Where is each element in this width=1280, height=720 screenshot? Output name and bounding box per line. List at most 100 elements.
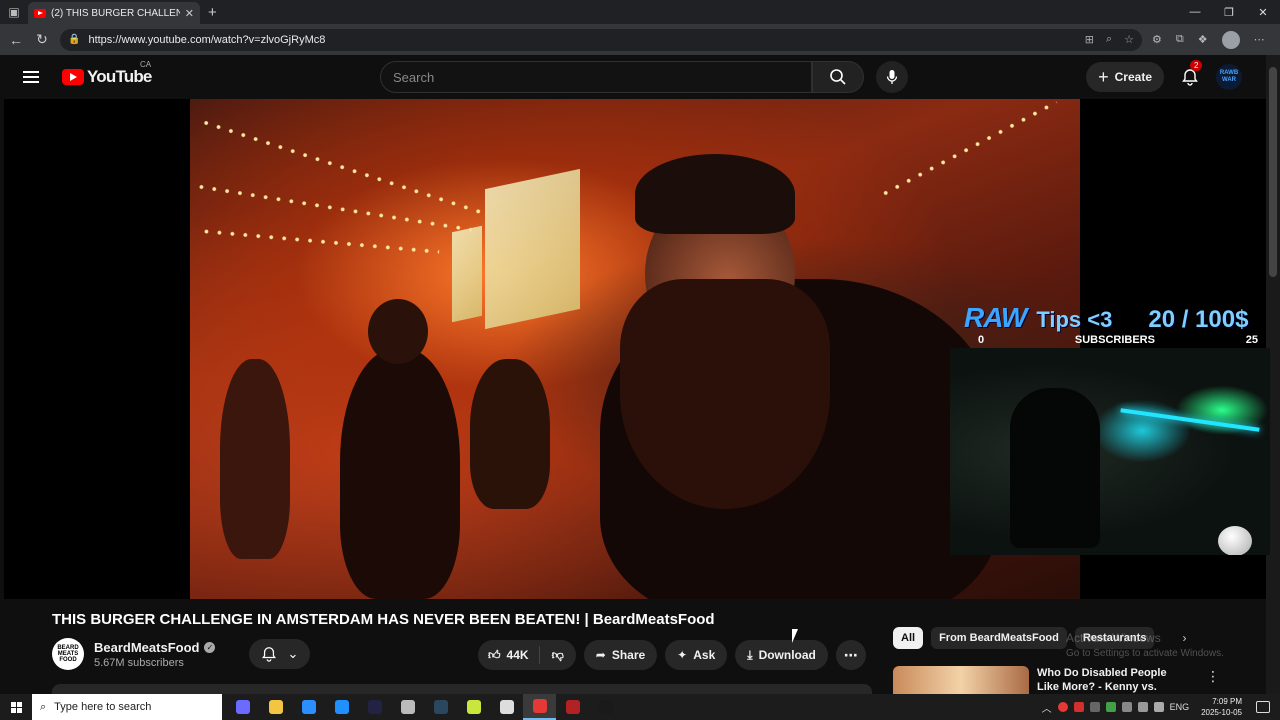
extensions-puzzle-icon[interactable]: ⧉	[1176, 33, 1184, 46]
share-button[interactable]: ➦ Share	[583, 640, 658, 670]
tray-chevron-icon[interactable]: ︿	[1042, 700, 1052, 715]
app-install-icon[interactable]: ⊞	[1085, 33, 1094, 46]
taskbar-app-icon[interactable]	[259, 694, 292, 720]
taskbar-clock[interactable]: 7:09 PM 2025-10-05	[1201, 696, 1242, 718]
dislike-button[interactable]: 👎︎	[540, 648, 576, 663]
refresh-icon[interactable]: ↻	[34, 31, 50, 48]
like-button[interactable]: 👍︎ 44K	[478, 646, 540, 664]
video-player[interactable]: RAW Tips <3 20 / 100$ 0 SUBSCRIBERS 25	[4, 99, 1270, 599]
browser-tab-active[interactable]: (2) THIS BURGER CHALLENGE ✕	[28, 2, 200, 24]
extension-icon[interactable]: ⚙	[1152, 33, 1162, 46]
taskbar-search-placeholder: Type here to search	[54, 701, 152, 713]
close-window-button[interactable]: ✕	[1246, 6, 1280, 19]
recommended-menu-icon[interactable]: ⋮	[1206, 668, 1220, 685]
bell-icon	[262, 647, 277, 662]
tray-record-icon[interactable]	[1057, 702, 1068, 712]
favorite-star-icon[interactable]: ☆	[1124, 33, 1134, 46]
tray-app-icon[interactable]	[1121, 702, 1132, 712]
tray-app-icon[interactable]	[1073, 702, 1084, 712]
app-icon	[499, 700, 514, 714]
tab-close-icon[interactable]: ✕	[185, 7, 194, 20]
notification-center-icon[interactable]	[1256, 701, 1270, 713]
sparkle-icon: ✦	[677, 648, 688, 662]
tab-actions-icon[interactable]: ▣	[0, 0, 28, 24]
maximize-button[interactable]: ❐	[1212, 6, 1246, 19]
description-box[interactable]	[52, 684, 872, 694]
account-avatar[interactable]: RAWB WAR	[1216, 64, 1242, 90]
webcam-feed	[950, 348, 1270, 555]
channel-avatar[interactable]: BEARD MEATS FOOD	[52, 638, 84, 670]
channel-name-row: BeardMeatsFood ✓	[94, 640, 216, 655]
raw-logo: RAW	[964, 302, 1027, 333]
taskbar-app-icon[interactable]	[457, 694, 490, 720]
profile-avatar-icon[interactable]	[1221, 30, 1240, 49]
search-icon	[830, 69, 846, 85]
channel-name[interactable]: BeardMeatsFood	[94, 640, 199, 655]
search-bar: Search	[380, 61, 864, 93]
zoom-icon[interactable]: ⌕	[1106, 33, 1112, 46]
chevron-right-icon[interactable]: ›	[1182, 631, 1186, 645]
tv-screen	[485, 168, 580, 330]
subscribed-button[interactable]: ⌄	[249, 639, 311, 669]
chip-all[interactable]: All	[893, 627, 924, 649]
more-actions-button[interactable]: ⋯	[835, 640, 866, 670]
taskbar-search[interactable]: ⌕ Type here to search	[32, 694, 222, 720]
url-bar[interactable]: 🔒 https://www.youtube.com/watch?v=zlvoGj…	[60, 28, 1142, 51]
ball-object	[1218, 526, 1252, 555]
minimize-button[interactable]: —	[1178, 6, 1212, 19]
new-tab-button[interactable]: +	[208, 4, 217, 21]
create-button[interactable]: + Create	[1086, 62, 1164, 92]
network-icon[interactable]	[1137, 702, 1148, 712]
taskbar-app-icon[interactable]	[523, 694, 556, 720]
recommended-video[interactable]: Who Do Disabled People Like More? - Kenn…	[893, 666, 1213, 694]
taskbar-app-icon[interactable]	[226, 694, 259, 720]
background-person	[220, 359, 290, 559]
chip-from-channel[interactable]: From BeardMeatsFood	[931, 627, 1067, 649]
taskbar-app-icon[interactable]	[358, 694, 391, 720]
notifications-button[interactable]: 2	[1178, 60, 1203, 89]
download-button[interactable]: ⤓ Download	[735, 640, 828, 670]
taskbar-app-icon[interactable]	[490, 694, 523, 720]
youtube-logo[interactable]: YouTube CA	[62, 60, 380, 87]
background-person	[470, 359, 550, 509]
stream-overlay: RAW Tips <3 20 / 100$ 0 SUBSCRIBERS 25	[950, 300, 1270, 555]
ask-button[interactable]: ✦ Ask	[665, 640, 728, 670]
browser-menu-icon[interactable]: ⋯	[1254, 33, 1265, 46]
string-lights	[879, 100, 1058, 198]
taskbar-app-icon[interactable]	[556, 694, 589, 720]
taskbar-app-icon[interactable]	[325, 694, 358, 720]
address-toolbar: ← ↻ 🔒 https://www.youtube.com/watch?v=zl…	[0, 24, 1280, 55]
app-icon	[367, 700, 382, 714]
collections-icon[interactable]: ❖	[1198, 33, 1208, 46]
url-text[interactable]: https://www.youtube.com/watch?v=zlvoGjRy…	[88, 34, 325, 46]
scrollbar-thumb[interactable]	[1269, 67, 1277, 277]
taskbar-app-icon[interactable]	[292, 694, 325, 720]
hamburger-menu-icon[interactable]	[0, 76, 62, 78]
microphone-icon	[886, 70, 898, 84]
tray-app-icon[interactable]	[1105, 702, 1116, 712]
taskbar-app-icon[interactable]	[424, 694, 457, 720]
search-button[interactable]	[812, 61, 864, 93]
volume-icon[interactable]	[1153, 702, 1164, 712]
video-frame[interactable]	[190, 99, 1080, 599]
browser-tab-bar: ▣ (2) THIS BURGER CHALLENGE ✕ + — ❐ ✕	[0, 0, 1280, 24]
tray-app-icon[interactable]	[1089, 702, 1100, 712]
app-icon	[466, 700, 481, 714]
search-input[interactable]: Search	[380, 61, 812, 93]
taskbar-app-icon[interactable]	[589, 694, 622, 720]
share-label: Share	[611, 648, 646, 662]
youtube-header: YouTube CA Search + Create 2 RAWB WAR	[0, 55, 1266, 99]
start-button[interactable]	[0, 701, 32, 713]
taskbar-app-icon[interactable]	[391, 694, 424, 720]
recommended-thumbnail[interactable]	[893, 666, 1029, 694]
verified-check-icon: ✓	[204, 641, 216, 653]
thumbs-up-icon: 👍︎	[488, 647, 501, 662]
recommended-title[interactable]: Who Do Disabled People Like More? - Kenn…	[1037, 666, 1187, 694]
youtube-favicon-icon	[34, 8, 46, 18]
back-icon[interactable]: ←	[8, 32, 24, 48]
voice-search-button[interactable]	[876, 61, 908, 93]
lock-icon[interactable]: 🔒	[68, 34, 80, 45]
like-dislike-group: 👍︎ 44K 👎︎	[478, 640, 576, 670]
notification-badge: 2	[1190, 60, 1203, 71]
language-indicator[interactable]: ENG	[1170, 702, 1190, 712]
